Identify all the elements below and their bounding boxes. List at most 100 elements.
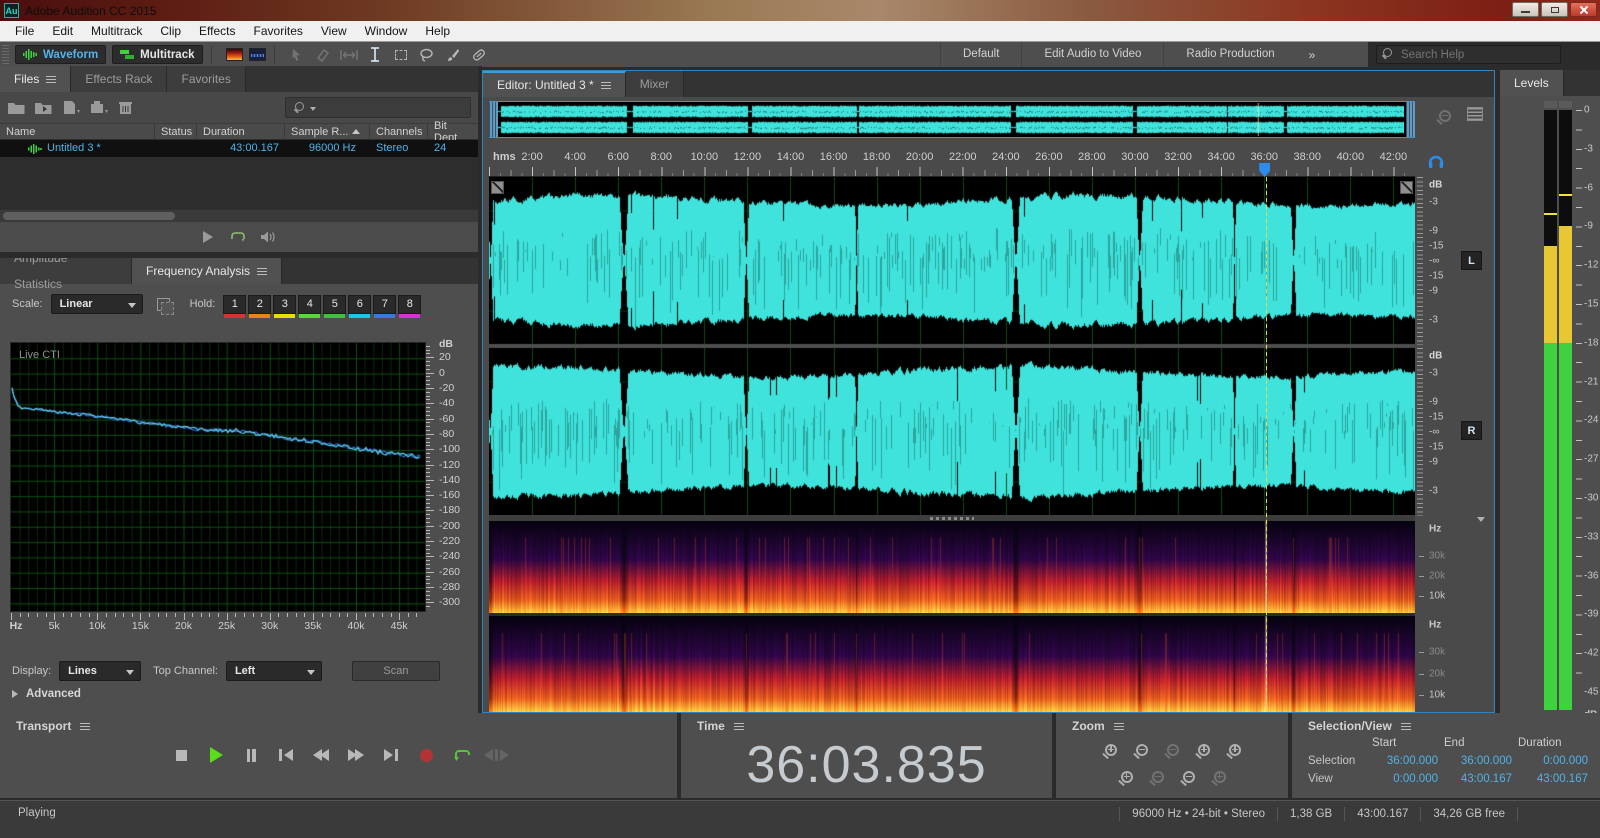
zoom-out-full-button[interactable] xyxy=(1163,743,1181,760)
tab-editor[interactable]: Editor: Untitled 3 * xyxy=(483,71,626,97)
menu-favorites[interactable]: Favorites xyxy=(245,21,312,42)
menu-effects[interactable]: Effects xyxy=(190,21,244,42)
selection-duration-value[interactable]: 0:00.000 xyxy=(1518,755,1594,767)
level-meter-left[interactable] xyxy=(1544,110,1557,710)
zoom-in-at-out-point-button[interactable] xyxy=(1225,743,1243,760)
copy-frequency-icon[interactable] xyxy=(157,298,170,311)
marquee-selection-tool-icon[interactable] xyxy=(389,45,413,65)
fast-forward-button[interactable] xyxy=(343,745,369,765)
slip-tool-icon[interactable] xyxy=(311,45,335,65)
zoom-in-at-in-point-button[interactable] xyxy=(1194,743,1212,760)
title-bar[interactable]: Au Adobe Audition CC 2015 xyxy=(0,0,1600,21)
overview-right-handle[interactable] xyxy=(1406,102,1415,137)
db-ruler-left-channel[interactable]: dB-3-9-15-∞-15-9-3 xyxy=(1417,177,1495,345)
zoom-out-amplitude-button[interactable] xyxy=(1132,743,1150,760)
column-status[interactable]: Status xyxy=(155,124,197,139)
import-file-icon[interactable] xyxy=(35,101,53,114)
hold-button-8[interactable]: 8 xyxy=(398,295,421,314)
top-channel-dropdown[interactable]: Left xyxy=(226,661,322,681)
time-selection-tool-icon[interactable] xyxy=(363,45,387,65)
razor-selected-clips-icon[interactable] xyxy=(337,45,361,65)
show-spectral-frequency-icon[interactable] xyxy=(226,48,243,61)
display-dropdown[interactable]: Lines xyxy=(59,661,141,681)
zoom-to-selection-button[interactable] xyxy=(1179,770,1197,787)
panel-menu-icon[interactable] xyxy=(257,268,267,275)
hold-button-4[interactable]: 4 xyxy=(298,295,321,314)
time-display[interactable]: 36:03.835 xyxy=(681,735,1052,795)
fade-out-handle[interactable] xyxy=(1400,181,1413,194)
toolbar-grip[interactable] xyxy=(2,45,9,64)
files-horizontal-scrollbar[interactable] xyxy=(0,209,478,222)
close-button[interactable] xyxy=(1570,2,1597,17)
db-ruler-right-channel[interactable]: dB-3-9-15-∞-15-9-3 xyxy=(1417,348,1495,516)
zoom-reset-button[interactable] xyxy=(1210,770,1228,787)
workspace-default[interactable]: Default xyxy=(940,42,1021,67)
hold-button-3[interactable]: 3 xyxy=(273,295,296,314)
hold-button-1[interactable]: 1 xyxy=(223,295,246,314)
lasso-selection-tool-icon[interactable] xyxy=(415,45,439,65)
move-tool-icon[interactable] xyxy=(285,45,309,65)
menu-help[interactable]: Help xyxy=(416,21,459,42)
restore-button[interactable] xyxy=(1541,2,1568,17)
preview-play-icon[interactable] xyxy=(202,231,214,243)
new-file-icon[interactable] xyxy=(63,101,81,114)
display-options-icon[interactable] xyxy=(1467,107,1483,121)
zoom-out-time-button[interactable] xyxy=(1148,770,1166,787)
paintbrush-selection-tool-icon[interactable] xyxy=(441,45,465,65)
menu-file[interactable]: File xyxy=(6,21,43,42)
menu-clip[interactable]: Clip xyxy=(151,21,190,42)
tab-mixer[interactable]: Mixer xyxy=(626,71,684,97)
file-row[interactable]: Untitled 3 * 43:00.167 96000 Hz Stereo 2… xyxy=(0,140,478,157)
panel-menu-icon[interactable] xyxy=(734,723,744,730)
column-bit-depth[interactable]: Bit Dept xyxy=(428,124,478,139)
pause-button[interactable] xyxy=(238,745,264,765)
record-button[interactable] xyxy=(413,745,439,765)
spectrogram-right-channel[interactable] xyxy=(489,616,1415,712)
channel-button-left[interactable]: L xyxy=(1461,251,1482,270)
skip-to-start-button[interactable] xyxy=(273,745,299,765)
menu-view[interactable]: View xyxy=(312,21,356,42)
channel-button-right[interactable]: R xyxy=(1461,421,1482,440)
scale-dropdown[interactable]: Linear xyxy=(51,294,143,314)
overview-left-handle[interactable] xyxy=(489,102,498,137)
spectrogram-left-channel[interactable] xyxy=(489,521,1415,613)
view-start-value[interactable]: 0:00.000 xyxy=(1372,773,1444,785)
scrollbar-thumb[interactable] xyxy=(3,212,175,220)
zoom-out-full-icon[interactable] xyxy=(1435,109,1453,126)
workspace-radio-production[interactable]: Radio Production xyxy=(1163,42,1296,67)
level-meter-right[interactable] xyxy=(1559,110,1572,710)
clip-indicator-right[interactable] xyxy=(1559,101,1572,108)
show-spectral-pitch-icon[interactable] xyxy=(249,48,266,61)
multitrack-view-button[interactable]: Multitrack xyxy=(112,45,202,64)
loop-playback-icon[interactable] xyxy=(230,231,245,243)
advanced-section[interactable]: Advanced xyxy=(12,688,81,700)
panel-menu-icon[interactable] xyxy=(46,76,56,83)
hold-button-5[interactable]: 5 xyxy=(323,295,346,314)
loop-playback-button[interactable] xyxy=(448,745,474,765)
column-channels[interactable]: Channels xyxy=(370,124,428,139)
rewind-button[interactable] xyxy=(308,745,334,765)
hold-button-7[interactable]: 7 xyxy=(373,295,396,314)
view-end-value[interactable]: 43:00.167 xyxy=(1444,773,1518,785)
search-help-input[interactable] xyxy=(1376,45,1561,64)
overview-waveform-canvas[interactable] xyxy=(498,103,1404,136)
zoom-in-amplitude-button[interactable] xyxy=(1101,743,1119,760)
menu-multitrack[interactable]: Multitrack xyxy=(82,21,151,42)
column-name[interactable]: Name xyxy=(0,124,155,139)
insert-into-multitrack-icon[interactable] xyxy=(91,101,109,114)
scan-button[interactable]: Scan xyxy=(352,661,440,681)
hold-button-6[interactable]: 6 xyxy=(348,295,371,314)
panel-menu-icon[interactable] xyxy=(80,723,90,730)
tab-levels[interactable]: Levels xyxy=(1500,70,1564,96)
workspace-overflow-chevron[interactable]: » xyxy=(1297,48,1328,62)
fade-in-handle[interactable] xyxy=(491,181,504,194)
clip-indicator-left[interactable] xyxy=(1544,101,1557,108)
column-duration[interactable]: Duration xyxy=(197,124,285,139)
spot-healing-brush-tool-icon[interactable] xyxy=(467,45,491,65)
view-duration-value[interactable]: 43:00.167 xyxy=(1518,773,1594,785)
skip-selection-button[interactable] xyxy=(483,745,509,765)
menu-window[interactable]: Window xyxy=(356,21,417,42)
tab-frequency-analysis[interactable]: Frequency Analysis xyxy=(132,258,282,284)
tab-effects-rack[interactable]: Effects Rack xyxy=(71,66,167,92)
headphone-monitor-icon[interactable] xyxy=(1427,153,1445,169)
